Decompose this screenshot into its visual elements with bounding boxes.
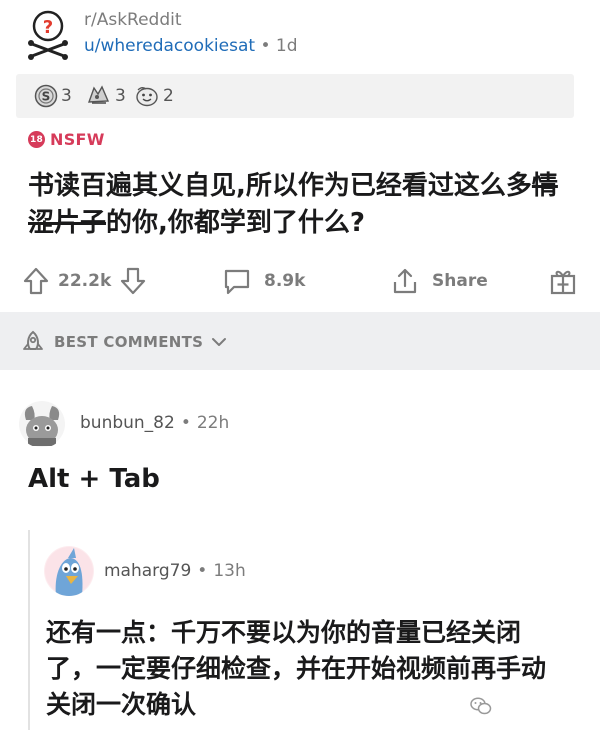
helpful-award-icon (87, 85, 110, 104)
watermark (470, 696, 498, 716)
post-title[interactable]: 书读百遍其义自见,所以作为已经看过这么多情涩片子的你,你都学到了什么? (28, 168, 578, 242)
nsfw-tag: 18 NSFW (28, 130, 105, 149)
thread-line[interactable] (28, 530, 30, 730)
rocket-icon (23, 330, 43, 350)
avatar[interactable] (44, 546, 94, 596)
award-count: 3 (115, 86, 126, 106)
comment-count: 8.9k (264, 271, 306, 291)
bird-avatar-icon (45, 547, 93, 596)
downvote-arrow-icon[interactable] (119, 266, 147, 296)
nsfw-18-icon: 18 (28, 131, 45, 148)
award-helpful[interactable]: 3 (86, 84, 126, 108)
silver-award-icon: S (34, 84, 58, 108)
comment-username[interactable]: maharg79 (104, 561, 191, 581)
comment-username[interactable]: bunbun_82 (80, 413, 175, 433)
comment-header: bunbun_82 • 22h (80, 413, 230, 433)
subreddit-icon[interactable]: ? (22, 8, 74, 60)
post-meta: u/wheredacookiesat • 1d (84, 36, 298, 56)
award-count: 3 (61, 86, 72, 106)
post-age: 1d (275, 36, 298, 56)
comments-sort-bar: BEST COMMENTS (0, 312, 600, 370)
comment-body: Alt + Tab (28, 464, 160, 494)
share-button[interactable]: Share (390, 266, 488, 296)
post-action-bar: 22.2k 8.9k Share (0, 258, 600, 302)
bunny-avatar-icon (19, 401, 65, 447)
vote-count: 22.2k (58, 271, 112, 291)
svg-text:?: ? (43, 17, 53, 38)
wechat-icon (470, 697, 492, 715)
gift-icon (550, 270, 576, 295)
title-text-end: 的你,你都学到了什么? (106, 208, 365, 238)
share-icon (393, 268, 417, 294)
title-text: 书读百遍其义自见,所以作为已经看过这么多 (28, 171, 532, 201)
chevron-down-icon (212, 338, 227, 346)
sort-dropdown[interactable]: BEST COMMENTS (20, 330, 229, 354)
upvote-arrow-icon[interactable] (22, 266, 50, 296)
award-wholesome[interactable]: 2 (134, 84, 174, 108)
give-award-button[interactable] (548, 266, 578, 296)
comment-age: 22h (196, 413, 230, 433)
author-link[interactable]: u/wheredacookiesat (84, 36, 255, 56)
awards-bar[interactable]: S 3 3 2 (16, 74, 574, 118)
award-count: 2 (163, 86, 174, 106)
wholesome-award-icon (136, 87, 158, 107)
comments-button[interactable]: 8.9k (222, 266, 305, 296)
svg-text:S: S (42, 90, 51, 104)
award-silver[interactable]: S 3 (34, 84, 72, 108)
nsfw-label: NSFW (50, 130, 105, 149)
vote-group: 22.2k (22, 266, 147, 296)
avatar[interactable] (18, 400, 66, 448)
comment-age: 13h (213, 561, 246, 581)
comment-bubble-icon (224, 269, 250, 295)
comment-header: maharg79 • 13h (104, 561, 246, 581)
subreddit-name[interactable]: r/AskReddit (84, 10, 182, 30)
sort-label: BEST COMMENTS (54, 333, 204, 351)
share-label: Share (432, 271, 488, 291)
